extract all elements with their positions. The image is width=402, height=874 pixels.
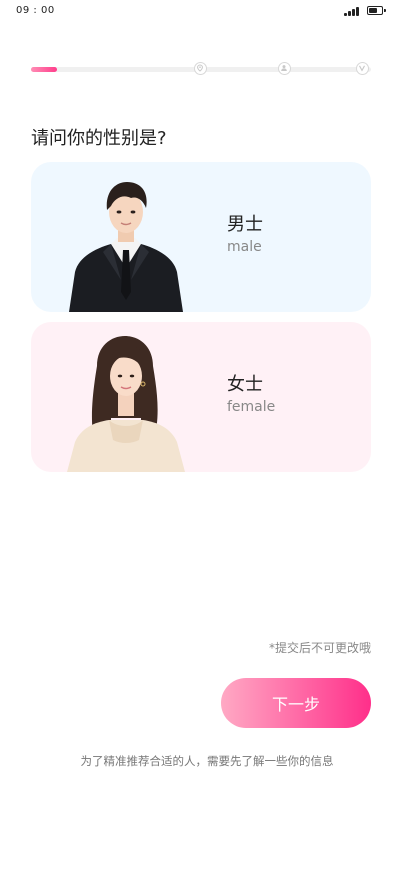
progress-fill — [31, 67, 57, 72]
option-sublabel-female: female — [227, 399, 276, 415]
female-avatar — [67, 336, 185, 472]
next-button[interactable]: 下一步 — [221, 678, 371, 728]
next-button-label: 下一步 — [271, 695, 320, 714]
progress-indicator — [31, 62, 371, 78]
gender-option-male[interactable]: 男士 male — [31, 162, 371, 312]
location-icon — [194, 62, 207, 75]
info-text: 为了精准推荐合适的人，需要先了解一些你的信息 — [80, 754, 334, 768]
male-avatar — [69, 182, 183, 312]
status-time: 09 : 00 — [16, 5, 55, 16]
vip-icon — [356, 62, 369, 75]
person-icon — [278, 62, 291, 75]
option-label-female: 女士 — [227, 374, 263, 395]
status-bar: 09 : 00 — [0, 0, 402, 24]
option-label-male: 男士 — [227, 214, 263, 235]
option-sublabel-male: male — [227, 239, 262, 255]
gender-option-female[interactable]: 女士 female — [31, 322, 371, 472]
battery-icon — [367, 6, 386, 15]
signal-icon — [344, 6, 362, 16]
page-title: 请问你的性别是? — [31, 128, 167, 149]
submit-notice: *提交后不可更改哦 — [268, 641, 371, 655]
